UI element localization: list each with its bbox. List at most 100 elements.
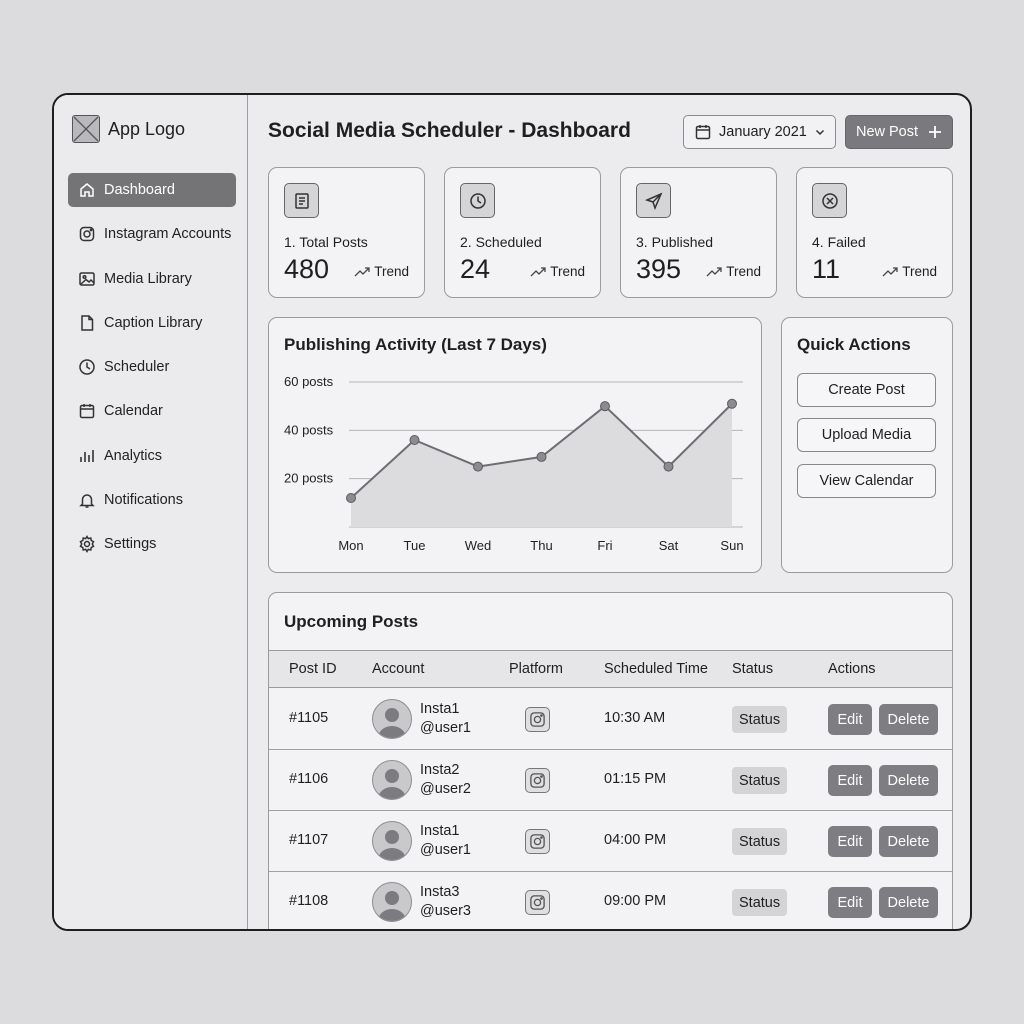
stat-value: 11 — [812, 254, 841, 284]
column-header-post-id[interactable]: Post ID — [289, 661, 337, 677]
sidebar-item-analytics[interactable]: Analytics — [68, 439, 236, 473]
y-tick-label: 20 posts — [284, 471, 334, 486]
sidebar-item-caption-library[interactable]: Caption Library — [68, 306, 236, 340]
delete-button[interactable]: Delete — [879, 887, 938, 918]
view-calendar-button[interactable]: View Calendar — [797, 464, 936, 498]
avatar — [372, 821, 412, 861]
x-tick-label: Sun — [720, 538, 743, 553]
delete-button[interactable]: Delete — [879, 704, 938, 735]
document-icon — [78, 314, 96, 332]
account-name: Insta2 — [420, 762, 460, 778]
logo-text: App Logo — [108, 118, 186, 139]
data-point — [663, 461, 674, 472]
app-logo[interactable]: App Logo — [72, 115, 185, 143]
x-tick-label: Tue — [404, 538, 426, 553]
sidebar-item-label: Caption Library — [104, 314, 203, 331]
stat-trend: Trend — [706, 264, 761, 279]
data-point — [536, 451, 547, 462]
upcoming-posts-card: Upcoming Posts Post ID Account Platform … — [268, 592, 953, 929]
data-point — [727, 398, 737, 409]
instagram-icon — [78, 225, 96, 243]
column-header-status[interactable]: Status — [732, 661, 773, 677]
instagram-icon — [525, 768, 550, 793]
data-point — [473, 461, 483, 472]
create-post-button[interactable]: Create Post — [797, 373, 936, 407]
x-tick-label: Thu — [530, 538, 552, 553]
clock-icon — [460, 183, 495, 218]
clock-icon — [78, 358, 96, 376]
sidebar-item-label: Instagram Accounts — [104, 226, 232, 243]
table-row[interactable]: #1107 Insta1 @user1 04:00 PM Status Edit … — [269, 811, 952, 872]
sidebar-nav: Dashboard Instagram Accounts Media Libra… — [68, 173, 236, 572]
stat-trend: Trend — [882, 264, 937, 279]
post-id: #1108 — [289, 893, 329, 909]
sidebar-item-label: Settings — [104, 536, 157, 553]
sidebar-item-settings[interactable]: Settings — [68, 527, 236, 561]
edit-button[interactable]: Edit — [828, 887, 872, 918]
stat-card-total-posts[interactable]: 1. Total Posts 480 Trend — [268, 167, 425, 298]
chevron-down-icon — [815, 129, 824, 136]
table-row[interactable]: #1106 Insta2 @user2 01:15 PM Status Edit … — [269, 750, 952, 811]
account-name: Insta1 — [420, 701, 460, 717]
column-header-actions: Actions — [828, 661, 876, 677]
data-point — [600, 401, 610, 412]
stat-value: 24 — [460, 254, 491, 284]
sidebar-item-media-library[interactable]: Media Library — [68, 262, 236, 296]
status-badge: Status — [732, 889, 788, 916]
account-name: Insta1 — [420, 823, 460, 839]
stat-card-scheduled[interactable]: 2. Scheduled 24 Trend — [444, 167, 601, 298]
sidebar-item-label: Dashboard — [104, 182, 175, 198]
avatar — [372, 882, 412, 922]
stat-trend-label: Trend — [550, 264, 585, 279]
image-icon — [78, 270, 96, 288]
publishing-activity-chart: 20 posts 40 posts 60 posts Mon Tue Wed Thu Fri S… — [284, 374, 744, 553]
scheduled-time: 04:00 PM — [604, 832, 667, 848]
publishing-activity-chart-card: Publishing Activity (Last 7 Days) 20 pos… — [268, 317, 762, 573]
sidebar-item-notifications[interactable]: Notifications — [68, 483, 236, 517]
edit-button[interactable]: Edit — [828, 704, 872, 735]
document-icon — [284, 183, 319, 218]
column-header-account[interactable]: Account — [372, 661, 424, 677]
instagram-icon — [525, 829, 550, 854]
new-post-button[interactable]: New Post — [845, 115, 953, 149]
sidebar-item-instagram-accounts[interactable]: Instagram Accounts — [68, 217, 236, 251]
area-fill — [351, 403, 732, 527]
trend-up-icon — [706, 266, 722, 276]
upcoming-posts-title: Upcoming Posts — [284, 612, 419, 631]
stat-card-failed[interactable]: 4. Failed 11 Trend — [796, 167, 953, 298]
data-point — [409, 435, 420, 445]
stat-label: 2. Scheduled — [460, 234, 542, 250]
upload-media-button[interactable]: Upload Media — [797, 418, 936, 452]
date-selector[interactable]: January 2021 — [683, 115, 836, 149]
avatar — [372, 699, 412, 739]
account-info: Insta3 @user3 — [420, 883, 471, 921]
calendar-icon — [78, 402, 96, 420]
table-row[interactable]: #1105 Insta1 @user1 10:30 AM Status Edit … — [269, 689, 952, 750]
table-row[interactable]: #1108 Insta3 @user3 09:00 PM Status Edit … — [269, 872, 952, 929]
scheduled-time: 01:15 PM — [604, 771, 667, 787]
delete-button[interactable]: Delete — [879, 826, 938, 857]
column-header-scheduled-time[interactable]: Scheduled Time — [604, 661, 708, 677]
logo-placeholder-icon — [72, 115, 100, 143]
edit-button[interactable]: Edit — [828, 826, 872, 857]
trend-up-icon — [882, 266, 898, 276]
x-circle-icon — [812, 183, 847, 218]
sidebar-item-calendar[interactable]: Calendar — [68, 394, 236, 428]
stat-trend-label: Trend — [726, 264, 761, 279]
status-badge: Status — [732, 767, 788, 794]
column-header-platform[interactable]: Platform — [509, 661, 563, 677]
home-icon — [78, 181, 96, 199]
x-tick-label: Fri — [597, 538, 612, 553]
edit-button[interactable]: Edit — [828, 765, 872, 796]
trend-up-icon — [530, 266, 546, 276]
sidebar-item-scheduler[interactable]: Scheduler — [68, 350, 236, 384]
delete-button[interactable]: Delete — [879, 765, 938, 796]
stat-label: 4. Failed — [812, 234, 866, 250]
bar-chart-icon — [78, 447, 96, 465]
stat-card-published[interactable]: 3. Published 395 Trend — [620, 167, 777, 298]
sidebar-item-dashboard[interactable]: Dashboard — [68, 173, 236, 207]
account-name: Insta3 — [420, 884, 460, 900]
plus-icon — [929, 126, 942, 138]
instagram-icon — [525, 707, 550, 732]
data-point — [346, 493, 356, 503]
